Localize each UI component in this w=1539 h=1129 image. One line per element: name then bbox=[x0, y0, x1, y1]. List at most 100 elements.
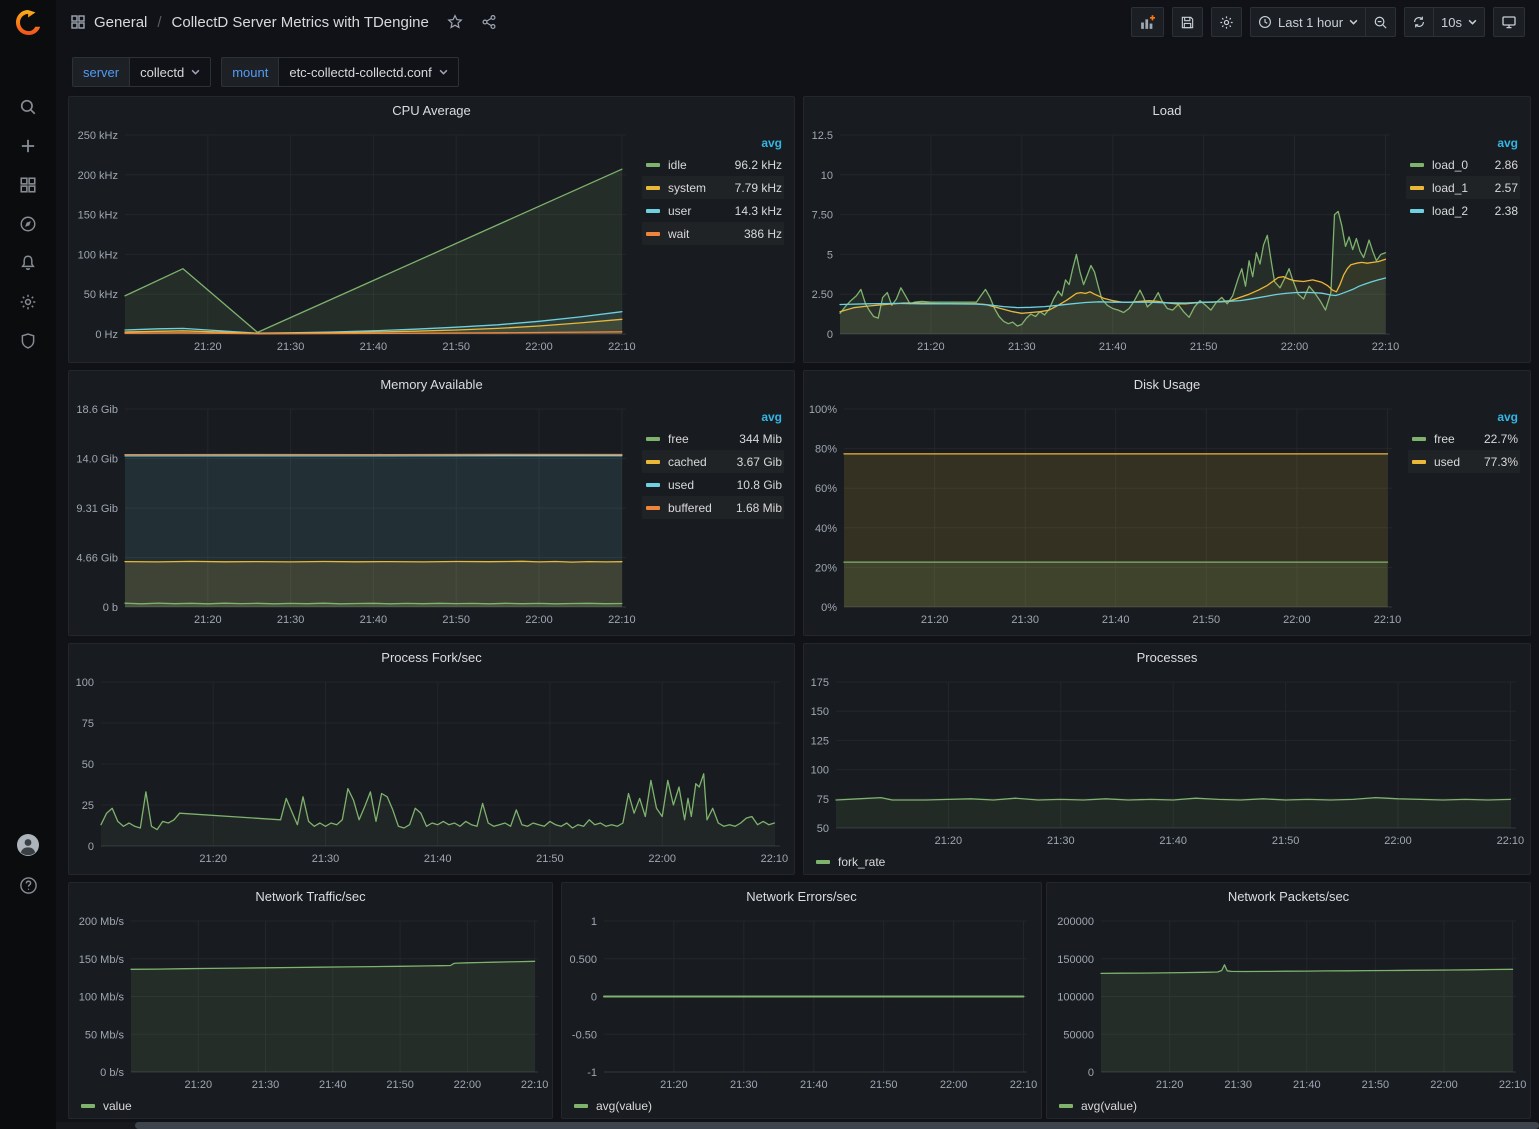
legend-stat-header[interactable]: avg bbox=[642, 409, 784, 427]
network-traffic-legend: value bbox=[69, 1094, 552, 1118]
svg-text:-1: -1 bbox=[587, 1067, 597, 1079]
star-icon[interactable] bbox=[447, 14, 463, 30]
server-admin-shield-icon[interactable] bbox=[0, 324, 56, 358]
horizontal-scrollbar[interactable] bbox=[0, 1122, 1539, 1129]
legend-stat-header[interactable]: avg bbox=[1406, 135, 1520, 153]
dashboard-title[interactable]: CollectD Server Metrics with TDengine bbox=[172, 14, 429, 31]
memory-available-chart[interactable]: 0 b4.66 Gib9.31 Gib14.0 Gib18.6 Gib21:20… bbox=[69, 399, 640, 629]
configuration-gear-icon[interactable] bbox=[0, 285, 56, 319]
search-icon[interactable] bbox=[0, 90, 56, 124]
svg-text:175: 175 bbox=[811, 677, 829, 689]
legend-item-system[interactable]: system7.79 kHz bbox=[642, 176, 784, 199]
series-color-dash bbox=[1410, 186, 1424, 190]
zoom-out-time-button[interactable] bbox=[1366, 7, 1396, 37]
svg-text:50: 50 bbox=[817, 823, 829, 835]
process-fork-chart[interactable]: 025507510021:2021:3021:4021:5022:0022:10 bbox=[69, 672, 794, 868]
legend-item-user[interactable]: user14.3 kHz bbox=[642, 199, 784, 222]
svg-text:22:00: 22:00 bbox=[1283, 614, 1311, 626]
alerting-bell-icon[interactable] bbox=[0, 246, 56, 280]
network-traffic-chart[interactable]: 0 b/s50 Mb/s100 Mb/s150 Mb/s200 Mb/s21:2… bbox=[69, 911, 552, 1094]
legend-item-free[interactable]: free344 Mib bbox=[642, 427, 784, 450]
load-chart[interactable]: 02.5057.501012.521:2021:3021:4021:5022:0… bbox=[804, 125, 1404, 356]
svg-text:22:10: 22:10 bbox=[608, 341, 636, 353]
breadcrumb-folder[interactable]: General bbox=[94, 14, 147, 31]
svg-text:21:40: 21:40 bbox=[1099, 341, 1127, 353]
svg-text:21:20: 21:20 bbox=[199, 853, 227, 865]
svg-text:22:00: 22:00 bbox=[940, 1079, 968, 1091]
svg-text:25: 25 bbox=[82, 800, 94, 812]
legend-item-wait[interactable]: wait386 Hz bbox=[642, 222, 784, 245]
processes-chart[interactable]: 507510012515017521:2021:3021:4021:5022:0… bbox=[804, 672, 1530, 850]
panel-load: Load 02.5057.501012.521:2021:3021:4021:5… bbox=[803, 96, 1531, 363]
legend-series-name: wait bbox=[668, 227, 689, 241]
add-panel-button[interactable] bbox=[1131, 7, 1164, 37]
legend-item-idle[interactable]: idle96.2 kHz bbox=[642, 153, 784, 176]
series-color-dash bbox=[646, 460, 660, 464]
create-plus-icon[interactable] bbox=[0, 129, 56, 163]
svg-text:0 Hz: 0 Hz bbox=[95, 329, 118, 341]
panel-title[interactable]: CPU Average bbox=[69, 97, 794, 125]
variable-server-value[interactable]: collectd bbox=[129, 57, 211, 87]
panel-title[interactable]: Process Fork/sec bbox=[69, 644, 794, 672]
network-errors-chart[interactable]: -1-0.5000.500121:2021:3021:4021:5022:002… bbox=[562, 911, 1041, 1094]
time-range-picker[interactable]: Last 1 hour bbox=[1250, 7, 1366, 37]
svg-text:50 kHz: 50 kHz bbox=[84, 289, 118, 301]
explore-compass-icon[interactable] bbox=[0, 207, 56, 241]
svg-text:14.0 Gib: 14.0 Gib bbox=[76, 454, 118, 466]
panel-title[interactable]: Network Errors/sec bbox=[562, 883, 1041, 911]
series-color-dash bbox=[1059, 1104, 1073, 1108]
panel-title[interactable]: Disk Usage bbox=[804, 371, 1530, 399]
breadcrumb: General / CollectD Server Metrics with T… bbox=[56, 14, 497, 31]
legend-item-value[interactable]: value bbox=[81, 1094, 132, 1118]
legend-item-used[interactable]: used10.8 Gib bbox=[642, 473, 784, 496]
scrollbar-thumb[interactable] bbox=[135, 1122, 1539, 1129]
legend-item-fork_rate[interactable]: fork_rate bbox=[816, 850, 885, 874]
dashboard-settings-button[interactable] bbox=[1211, 7, 1242, 37]
panel-title[interactable]: Processes bbox=[804, 644, 1530, 672]
panel-title[interactable]: Memory Available bbox=[69, 371, 794, 399]
refresh-button[interactable] bbox=[1404, 7, 1434, 37]
svg-text:22:00: 22:00 bbox=[525, 614, 553, 626]
legend-item-used[interactable]: used77.3% bbox=[1408, 450, 1520, 473]
share-icon[interactable] bbox=[481, 14, 497, 30]
legend-item-load_2[interactable]: load_22.38 bbox=[1406, 199, 1520, 222]
legend-item-free[interactable]: free22.7% bbox=[1408, 427, 1520, 450]
tv-mode-button[interactable] bbox=[1493, 7, 1525, 37]
legend-item-buffered[interactable]: buffered1.68 Mib bbox=[642, 496, 784, 519]
svg-text:0 b/s: 0 b/s bbox=[100, 1067, 124, 1079]
legend-series-name: fork_rate bbox=[838, 855, 885, 869]
refresh-interval-dropdown[interactable]: 10s bbox=[1434, 7, 1485, 37]
user-avatar[interactable] bbox=[0, 828, 56, 862]
svg-text:21:20: 21:20 bbox=[660, 1079, 688, 1091]
variable-mount-value[interactable]: etc-collectd-collectd.conf bbox=[278, 57, 458, 87]
legend-stat-header[interactable]: avg bbox=[1408, 409, 1520, 427]
save-dashboard-button[interactable] bbox=[1172, 7, 1203, 37]
svg-text:75: 75 bbox=[817, 794, 829, 806]
panel-title[interactable]: Network Packets/sec bbox=[1047, 883, 1530, 911]
svg-text:1: 1 bbox=[591, 916, 597, 928]
legend-series-name: used bbox=[668, 478, 694, 492]
dashboards-icon[interactable] bbox=[0, 168, 56, 202]
svg-text:22:10: 22:10 bbox=[1372, 341, 1400, 353]
svg-text:7.50: 7.50 bbox=[812, 210, 833, 222]
svg-text:200 Mb/s: 200 Mb/s bbox=[79, 916, 125, 928]
legend-item-cached[interactable]: cached3.67 Gib bbox=[642, 450, 784, 473]
cpu-average-chart[interactable]: 0 Hz50 kHz100 kHz150 kHz200 kHz250 kHz21… bbox=[69, 125, 640, 356]
help-icon[interactable] bbox=[0, 868, 56, 902]
legend-item-avg(value)[interactable]: avg(value) bbox=[574, 1094, 652, 1118]
legend-stat-header[interactable]: avg bbox=[642, 135, 784, 153]
grafana-logo-icon[interactable] bbox=[12, 7, 44, 39]
legend-item-load_1[interactable]: load_12.57 bbox=[1406, 176, 1520, 199]
legend-item-load_0[interactable]: load_02.86 bbox=[1406, 153, 1520, 176]
panel-title[interactable]: Network Traffic/sec bbox=[69, 883, 552, 911]
svg-text:10: 10 bbox=[821, 170, 833, 182]
disk-usage-chart[interactable]: 0%20%40%60%80%100%21:2021:3021:4021:5022… bbox=[804, 399, 1406, 629]
cpu-average-legend: avgidle96.2 kHzsystem7.79 kHzuser14.3 kH… bbox=[640, 125, 794, 362]
legend-item-avg(value)[interactable]: avg(value) bbox=[1059, 1094, 1137, 1118]
legend-series-name: used bbox=[1434, 455, 1460, 469]
svg-text:60%: 60% bbox=[815, 483, 837, 495]
legend-series-name: value bbox=[103, 1099, 132, 1113]
panel-title[interactable]: Load bbox=[804, 97, 1530, 125]
svg-text:22:00: 22:00 bbox=[1430, 1079, 1458, 1091]
network-packets-chart[interactable]: 05000010000015000020000021:2021:3021:402… bbox=[1047, 911, 1530, 1094]
